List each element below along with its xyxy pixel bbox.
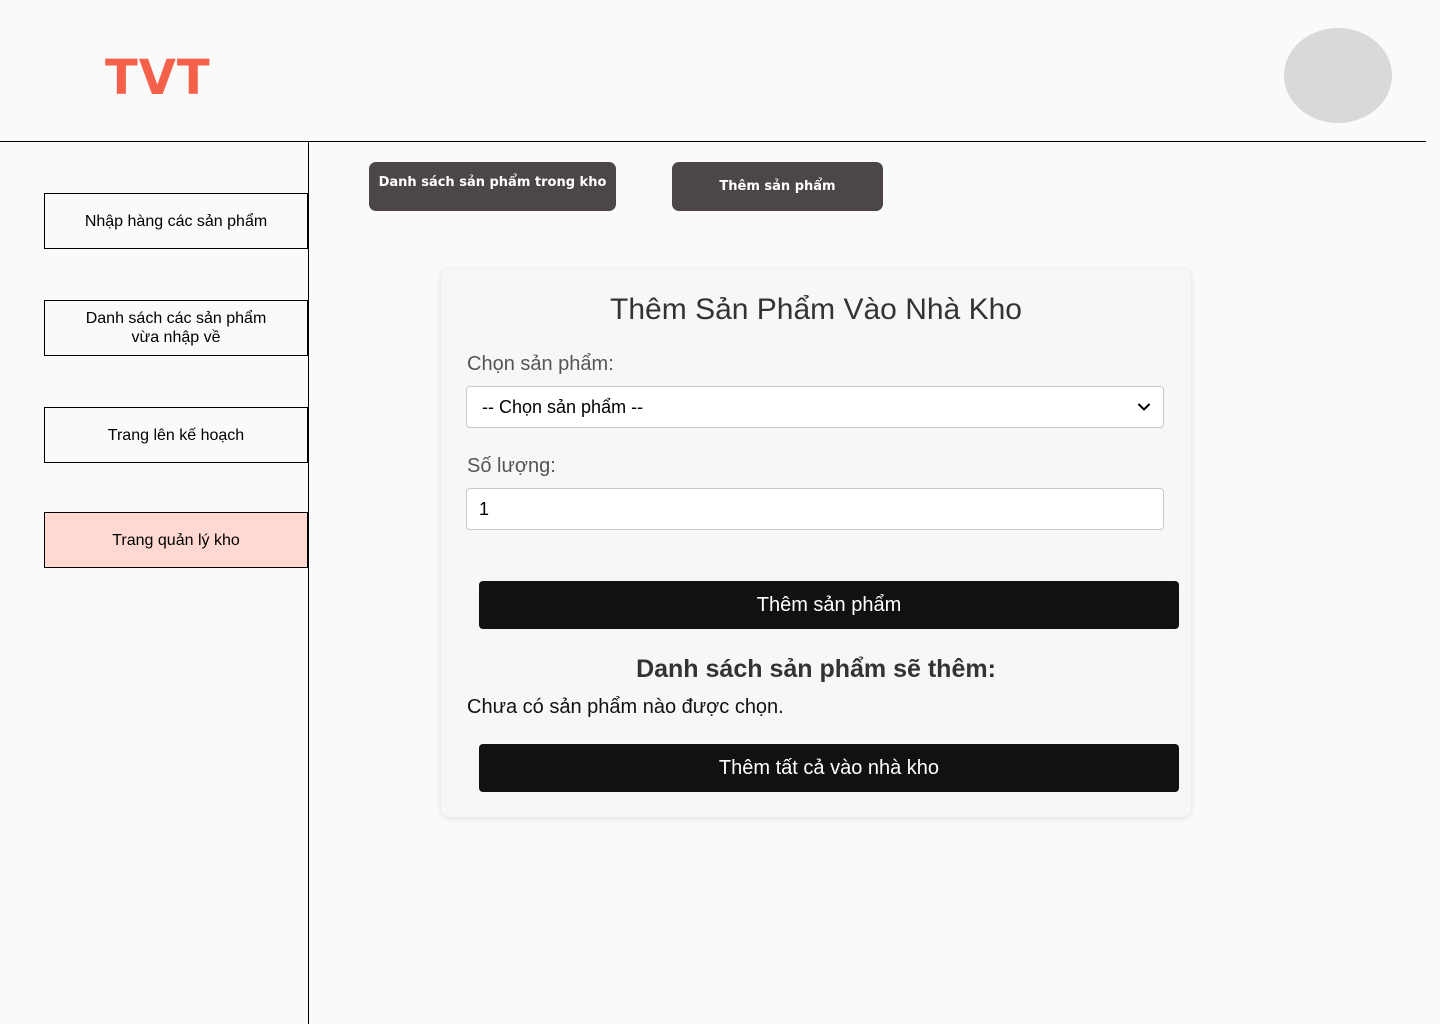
add-product-button[interactable]: Thêm sản phẩm xyxy=(479,581,1179,629)
product-select-label: Chọn sản phẩm: xyxy=(467,353,614,375)
logo: TVT xyxy=(105,50,211,106)
tab-warehouse-list[interactable]: Danh sách sản phẩm trong kho xyxy=(369,162,616,211)
chevron-down-icon xyxy=(1138,403,1150,411)
sidebar-item-label: Trang lên kế hoạch xyxy=(107,426,245,444)
sidebar-divider xyxy=(308,141,309,1024)
sidebar-item-recent-products[interactable]: Danh sách các sản phẩm vừa nhập về xyxy=(44,300,308,356)
add-all-to-warehouse-button[interactable]: Thêm tất cả vào nhà kho xyxy=(479,744,1179,792)
sidebar-item-planning[interactable]: Trang lên kế hoạch xyxy=(44,407,308,463)
product-select-value: -- Chọn sản phẩm -- xyxy=(482,396,644,417)
header-divider xyxy=(0,141,1426,142)
sidebar-item-label: Danh sách các sản phẩm vừa nhập về xyxy=(85,310,267,346)
sidebar-item-warehouse[interactable]: Trang quản lý kho xyxy=(44,512,308,568)
form-title: Thêm Sản Phẩm Vào Nhà Kho xyxy=(610,293,1022,326)
sidebar-item-label: Trang quản lý kho xyxy=(112,531,240,549)
pending-list-empty: Chưa có sản phẩm nào được chọn. xyxy=(467,696,784,718)
sidebar-item-label: Nhập hàng các sản phẩm xyxy=(84,212,268,230)
sidebar-item-import-products[interactable]: Nhập hàng các sản phẩm xyxy=(44,193,308,249)
tab-add-product[interactable]: Thêm sản phẩm xyxy=(672,162,883,211)
avatar[interactable] xyxy=(1284,28,1392,123)
pending-list-title: Danh sách sản phẩm sẽ thêm: xyxy=(636,655,996,683)
quantity-label: Số lượng: xyxy=(467,455,556,477)
product-select[interactable]: -- Chọn sản phẩm -- xyxy=(466,386,1164,428)
quantity-field[interactable] xyxy=(466,488,1164,530)
